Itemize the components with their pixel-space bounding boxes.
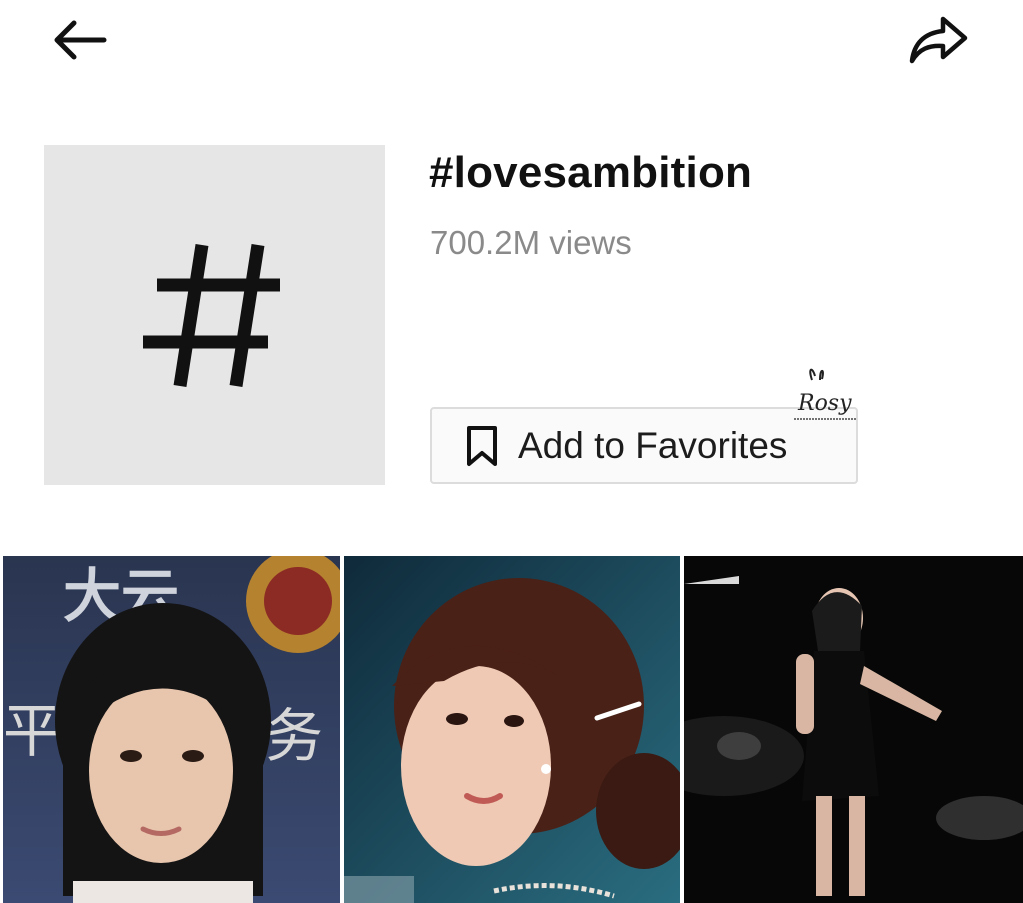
svg-text:平: 平 bbox=[3, 697, 61, 765]
video-grid: 大云 平 务 bbox=[0, 556, 1023, 903]
share-button[interactable] bbox=[906, 8, 970, 72]
arrow-left-icon bbox=[54, 20, 107, 60]
view-count: 700.2M views bbox=[430, 224, 632, 261]
hashtag-cover bbox=[44, 145, 385, 485]
back-button[interactable] bbox=[46, 8, 110, 72]
bookmark-icon bbox=[464, 424, 500, 468]
svg-text:Rosy: Rosy bbox=[797, 391, 852, 416]
video-thumbnail[interactable] bbox=[344, 556, 680, 903]
video-thumbnail[interactable]: 大云 平 务 bbox=[3, 556, 340, 903]
share-arrow-icon bbox=[909, 16, 968, 64]
watermark-logo: Rosy bbox=[790, 364, 860, 428]
page-title: #lovesambition bbox=[429, 148, 753, 197]
svg-text:务: 务 bbox=[265, 702, 323, 770]
favorites-label: Add to Favorites bbox=[518, 424, 788, 466]
hashtag-icon bbox=[142, 243, 280, 388]
video-thumbnail[interactable] bbox=[684, 556, 1023, 903]
